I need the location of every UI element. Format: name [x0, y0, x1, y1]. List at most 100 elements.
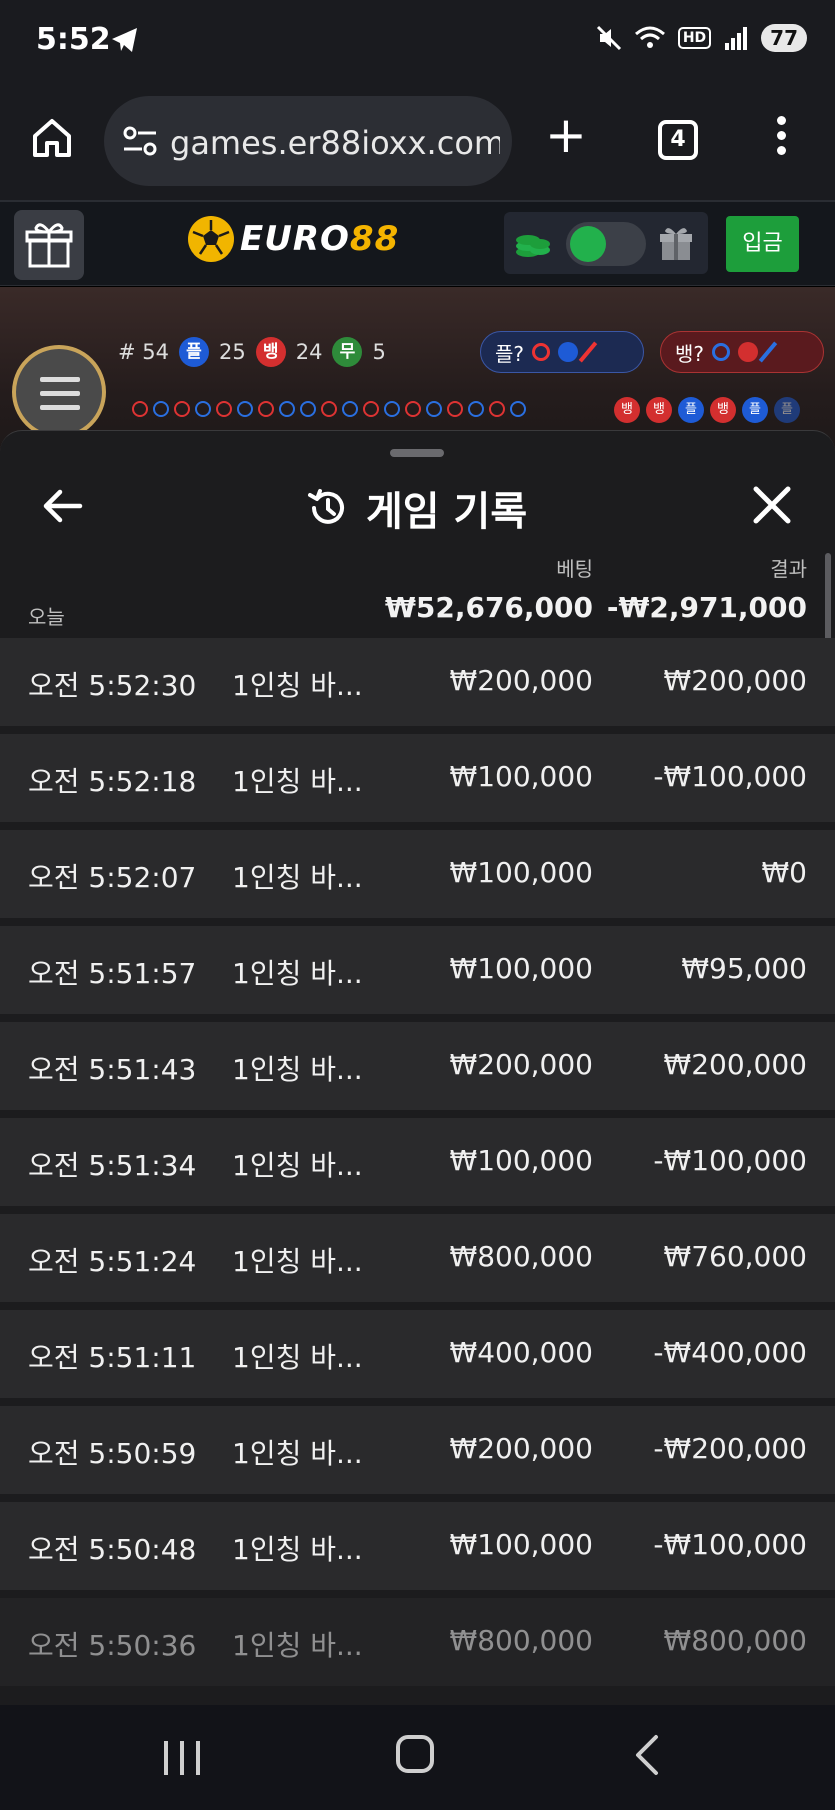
row-game: 1인칭 바... [232, 957, 363, 990]
coins-icon [516, 235, 550, 257]
row-result: -₩400,000 [653, 1336, 807, 1369]
history-row[interactable]: 오전 5:51:57 1인칭 바... ₩100,000 ₩95,000 [0, 926, 835, 1014]
mute-icon [596, 25, 621, 51]
sheet-title: 게임 기록 [306, 479, 527, 537]
row-result: -₩100,000 [653, 760, 807, 793]
hd-badge: HD [677, 27, 712, 49]
balance-toggle[interactable] [566, 222, 646, 266]
player-pill: 플 [179, 337, 209, 367]
game-menu-button[interactable] [12, 345, 106, 439]
trend-item: 플 [678, 397, 704, 423]
banker-pill: 뱅 [255, 337, 286, 367]
row-time: 오전 5:51:34 [28, 1149, 197, 1182]
row-game: 1인칭 바... [232, 1149, 363, 1182]
history-row[interactable]: 오전 5:52:18 1인칭 바... ₩100,000 -₩100,000 [0, 734, 835, 822]
player-ask-button[interactable]: 플? [480, 331, 644, 373]
trend-item: 뱅 [614, 397, 640, 423]
bead-road [132, 401, 526, 417]
row-game: 1인칭 바... [232, 1629, 363, 1662]
row-result: -₩100,000 [653, 1144, 807, 1177]
history-icon [308, 489, 344, 524]
row-time: 오전 5:50:48 [28, 1533, 197, 1566]
trend-road: 뱅 뱅 플 뱅 플 플 [614, 397, 800, 423]
status-bar: 5:52 HD 77 [0, 0, 835, 88]
history-row[interactable]: 오전 5:50:36 1인칭 바... ₩800,000 ₩800,000 [0, 1598, 835, 1686]
promo-button[interactable] [14, 210, 84, 280]
home-icon[interactable] [30, 116, 74, 160]
total-bet: ₩52,676,000 [384, 591, 593, 624]
wallet-panel [504, 212, 708, 274]
recents-icon[interactable] [164, 1741, 200, 1775]
logo-text: EURO88 [240, 219, 400, 259]
scrollbar[interactable] [825, 553, 831, 649]
status-icons: HD 77 [596, 24, 807, 52]
row-bet: ₩100,000 [449, 856, 593, 889]
row-game: 1인칭 바... [232, 1341, 363, 1374]
site-header: EURO88 입금 [0, 200, 835, 286]
history-row[interactable]: 오전 5:51:11 1인칭 바... ₩400,000 -₩400,000 [0, 1310, 835, 1398]
tab-switcher-button[interactable]: 4 [658, 120, 698, 160]
row-bet: ₩100,000 [449, 760, 593, 793]
player-ask-label: 플? [495, 341, 525, 366]
red-ring-icon [532, 343, 551, 361]
row-time: 오전 5:51:57 [28, 957, 197, 990]
row-game: 1인칭 바... [232, 669, 363, 702]
browser-toolbar: games.er88ioxx.com + 4 [0, 88, 835, 200]
player-count: 25 [219, 340, 246, 364]
history-row[interactable]: 오전 5:50:48 1인칭 바... ₩100,000 -₩100,000 [0, 1502, 835, 1590]
row-result: ₩200,000 [663, 664, 807, 697]
today-label: 오늘 [28, 605, 65, 629]
banker-ask-button[interactable]: 뱅? [660, 331, 824, 373]
signal-icon [725, 27, 748, 50]
nav-home-icon[interactable] [396, 1735, 434, 1773]
row-time: 오전 5:52:30 [28, 669, 197, 702]
history-row[interactable]: 오전 5:51:34 1인칭 바... ₩100,000 -₩100,000 [0, 1118, 835, 1206]
row-bet: ₩200,000 [449, 664, 593, 697]
row-time: 오전 5:50:59 [28, 1437, 197, 1470]
row-result: ₩95,000 [681, 952, 807, 985]
soccer-ball-icon [188, 216, 234, 262]
row-game: 1인칭 바... [232, 1533, 363, 1566]
row-result: ₩200,000 [663, 1048, 807, 1081]
history-row[interactable]: 오전 5:51:24 1인칭 바... ₩800,000 ₩760,000 [0, 1214, 835, 1302]
total-result: -₩2,971,000 [606, 591, 807, 624]
history-row[interactable]: 오전 5:52:07 1인칭 바... ₩100,000 ₩0 [0, 830, 835, 918]
round-stats: # 54 플 25 뱅 24 무 5 [118, 337, 386, 367]
red-slash-icon [578, 341, 598, 363]
row-bet: ₩200,000 [449, 1048, 593, 1081]
site-logo[interactable]: EURO88 [188, 216, 399, 262]
trend-item: 플 [742, 397, 768, 423]
back-arrow-icon[interactable] [40, 483, 86, 529]
more-icon[interactable] [770, 116, 792, 164]
system-nav-bar [0, 1705, 835, 1810]
gift-icon [25, 223, 73, 268]
tune-icon[interactable] [122, 124, 158, 158]
bonus-gift-icon[interactable] [658, 224, 694, 262]
nav-back-icon[interactable] [632, 1733, 662, 1777]
row-bet: ₩100,000 [449, 1144, 593, 1177]
sheet-drag-handle[interactable] [390, 449, 444, 457]
row-time: 오전 5:52:07 [28, 861, 197, 894]
history-row[interactable]: 오전 5:51:43 1인칭 바... ₩200,000 ₩200,000 [0, 1022, 835, 1110]
tie-pill: 무 [332, 337, 363, 367]
battery-indicator: 77 [761, 24, 807, 52]
page-title: 게임 기록 [366, 489, 528, 535]
history-row[interactable]: 오전 5:50:59 1인칭 바... ₩200,000 -₩200,000 [0, 1406, 835, 1494]
banker-count: 24 [295, 340, 323, 364]
status-time: 5:52 [36, 22, 111, 57]
row-bet: ₩800,000 [449, 1240, 593, 1273]
row-game: 1인칭 바... [232, 1053, 363, 1086]
row-result: -₩100,000 [653, 1528, 807, 1561]
row-result: -₩200,000 [653, 1432, 807, 1465]
banker-ask-label: 뱅? [675, 341, 705, 366]
row-result: ₩760,000 [663, 1240, 807, 1273]
blue-dot-icon [558, 342, 579, 362]
red-dot-icon [738, 342, 759, 362]
close-icon[interactable] [750, 483, 794, 527]
url-text[interactable]: games.er88ioxx.com [170, 124, 500, 162]
new-tab-button[interactable]: + [545, 110, 587, 160]
deposit-button[interactable]: 입금 [726, 216, 799, 272]
history-row[interactable]: 오전 5:52:30 1인칭 바... ₩200,000 ₩200,000 [0, 638, 835, 726]
row-time: 오전 5:51:11 [28, 1341, 197, 1374]
address-bar[interactable]: games.er88ioxx.com [104, 96, 512, 186]
